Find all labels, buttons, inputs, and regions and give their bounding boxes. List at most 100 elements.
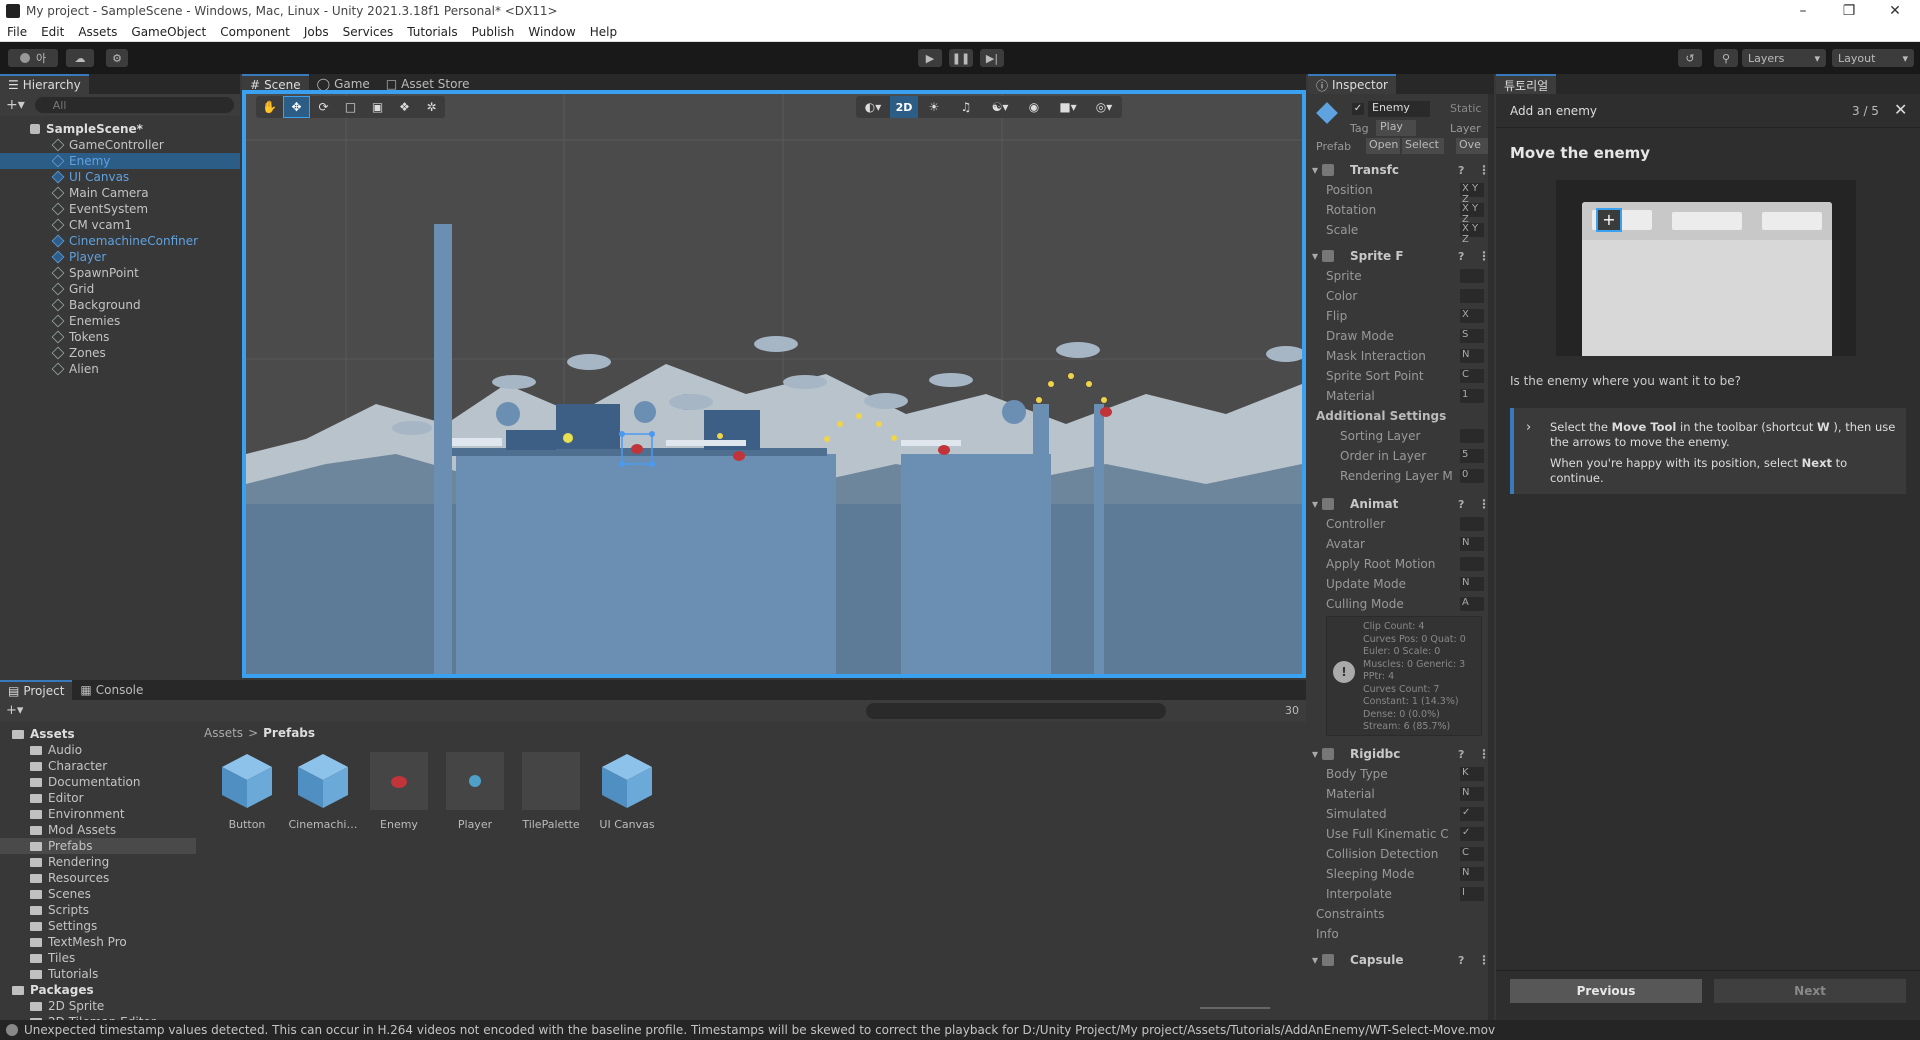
minimize-button[interactable]: – [1780, 0, 1826, 22]
property-row[interactable]: Apply Root Motion [1326, 556, 1484, 572]
close-icon[interactable]: ✕ [1894, 100, 1907, 119]
hierarchy-item[interactable]: CinemachineConfiner [0, 233, 240, 249]
property-value[interactable] [1460, 429, 1484, 443]
asset-tile[interactable]: UI Canvas [592, 752, 662, 842]
layout-dropdown[interactable]: Layout ▾ [1832, 49, 1914, 67]
hierarchy-item[interactable]: GameController [0, 137, 240, 153]
tab-hierarchy[interactable]: ☰ Hierarchy [0, 74, 89, 94]
menu-component[interactable]: Component [213, 25, 297, 39]
property-value[interactable]: 1 [1460, 389, 1484, 403]
menu-services[interactable]: Services [336, 25, 401, 39]
asset-tile[interactable]: TilePalette [516, 752, 586, 842]
property-row[interactable]: Sleeping Mode N [1326, 866, 1484, 882]
menu-edit[interactable]: Edit [34, 25, 71, 39]
property-value[interactable]: ✓ [1460, 827, 1484, 841]
property-value[interactable]: K [1460, 767, 1484, 781]
hierarchy-item[interactable]: Main Camera [0, 185, 240, 201]
property-value[interactable] [1460, 517, 1484, 531]
layers-dropdown[interactable]: Layers ▾ [1742, 49, 1826, 67]
property-value[interactable]: X Y Z [1460, 183, 1484, 205]
asset-size-slider[interactable] [1200, 1007, 1270, 1009]
component-header[interactable]: ▾ Rigidbc? ⋮ [1312, 744, 1490, 764]
project-tree-item[interactable]: Resources [0, 870, 196, 886]
project-tree-item[interactable]: Mod Assets [0, 822, 196, 838]
hierarchy-item[interactable]: UI Canvas [0, 169, 240, 185]
property-value[interactable]: N [1460, 537, 1484, 551]
property-row[interactable]: Draw Mode S [1326, 328, 1484, 344]
play-button[interactable]: ▶ [918, 49, 942, 67]
search-button[interactable]: ⚲ [1714, 49, 1738, 67]
property-row[interactable]: Mask Interaction N [1326, 348, 1484, 364]
hierarchy-item[interactable]: CM vcam1 [0, 217, 240, 233]
inspector-scrollbar[interactable] [1488, 94, 1494, 1020]
add-icon[interactable]: +▾ [6, 97, 25, 113]
additional-settings-foldout[interactable]: Additional Settings [1316, 408, 1446, 424]
property-value[interactable]: 0 [1460, 469, 1484, 483]
menu-jobs[interactable]: Jobs [297, 25, 336, 39]
property-value[interactable]: N [1460, 349, 1484, 363]
property-row[interactable]: Material N [1326, 786, 1484, 802]
help-icon[interactable]: ? [1458, 498, 1464, 511]
property-value[interactable] [1460, 557, 1484, 571]
hierarchy-item[interactable]: Enemy [0, 153, 240, 169]
property-value[interactable]: C [1460, 369, 1484, 383]
menu-window[interactable]: Window [521, 25, 582, 39]
property-row[interactable]: Controller [1326, 516, 1484, 532]
property-row[interactable]: Avatar N [1326, 536, 1484, 552]
previous-button[interactable]: Previous [1510, 979, 1702, 1003]
property-row[interactable]: Position X Y Z [1326, 182, 1484, 205]
tag-dropdown[interactable]: Play [1376, 120, 1416, 136]
component-header[interactable]: ▾ Animat? ⋮ [1312, 494, 1490, 514]
property-row[interactable]: Simulated ✓ [1326, 806, 1484, 822]
project-tree-item[interactable]: Character [0, 758, 196, 774]
property-row[interactable]: Scale X Y Z [1326, 222, 1484, 245]
property-row[interactable]: Sprite [1326, 268, 1484, 284]
property-value[interactable]: ✓ [1460, 807, 1484, 821]
breadcrumb-current[interactable]: Prefabs [263, 726, 315, 740]
breadcrumb-root[interactable]: Assets [204, 726, 243, 740]
account-button[interactable]: 아 [8, 49, 58, 67]
component-header[interactable]: ▾ Sprite F? ⋮ [1312, 246, 1490, 266]
help-icon[interactable]: ? [1458, 250, 1464, 263]
project-tree-item[interactable]: Editor [0, 790, 196, 806]
close-window-button[interactable]: ✕ [1872, 0, 1918, 22]
status-message[interactable]: Unexpected timestamp values detected. Th… [24, 1023, 1495, 1037]
menu-publish[interactable]: Publish [465, 25, 522, 39]
pause-button[interactable]: ❚❚ [949, 49, 973, 67]
project-tree-item[interactable]: Scenes [0, 886, 196, 902]
hierarchy-search-input[interactable]: All [34, 97, 234, 113]
active-checkbox[interactable]: ✓ [1352, 103, 1364, 115]
project-tree-item[interactable]: Tiles [0, 950, 196, 966]
help-icon[interactable]: ? [1458, 748, 1464, 761]
tab-project[interactable]: ▤ Project [0, 680, 73, 700]
cloud-button[interactable]: ☁ [66, 49, 94, 67]
hierarchy-item[interactable]: SpawnPoint [0, 265, 240, 281]
menu-help[interactable]: Help [583, 25, 624, 39]
property-value[interactable]: N [1460, 577, 1484, 591]
property-row[interactable]: Constraints [1316, 906, 1484, 922]
prefab-open-button[interactable]: Open [1366, 138, 1400, 154]
property-row[interactable]: Info [1316, 926, 1484, 942]
property-value[interactable]: N [1460, 867, 1484, 881]
component-header[interactable]: ▾ Capsule? ⋮ [1312, 950, 1490, 970]
tab-console[interactable]: ▦ Console [72, 680, 151, 700]
project-tree-item[interactable]: Tutorials [0, 966, 196, 982]
hierarchy-item[interactable]: Tokens [0, 329, 240, 345]
undo-history-button[interactable]: ↺ [1678, 49, 1702, 67]
asset-tile[interactable]: Player [440, 752, 510, 842]
tab-tutorial[interactable]: 튜토리얼 [1496, 74, 1557, 94]
asset-tile[interactable]: Cinemachi… [288, 752, 358, 842]
hierarchy-item[interactable]: Alien [0, 361, 240, 377]
prefab-overrides-dropdown[interactable]: Ove [1456, 138, 1490, 154]
property-row[interactable]: Use Full Kinematic C ✓ [1326, 826, 1484, 842]
scene-row[interactable]: SampleScene* [0, 121, 240, 137]
project-tree-item[interactable]: Assets [0, 726, 196, 742]
property-value[interactable]: A [1460, 597, 1484, 611]
property-value[interactable]: X Y Z [1460, 223, 1484, 245]
property-row[interactable]: Order in Layer 5 [1340, 448, 1484, 464]
hierarchy-item[interactable]: EventSystem [0, 201, 240, 217]
project-tree-item[interactable]: Scripts [0, 902, 196, 918]
property-value[interactable]: I [1460, 887, 1484, 901]
project-tree-item[interactable]: 2D Sprite [0, 998, 196, 1014]
property-row[interactable]: Collision Detection C [1326, 846, 1484, 862]
